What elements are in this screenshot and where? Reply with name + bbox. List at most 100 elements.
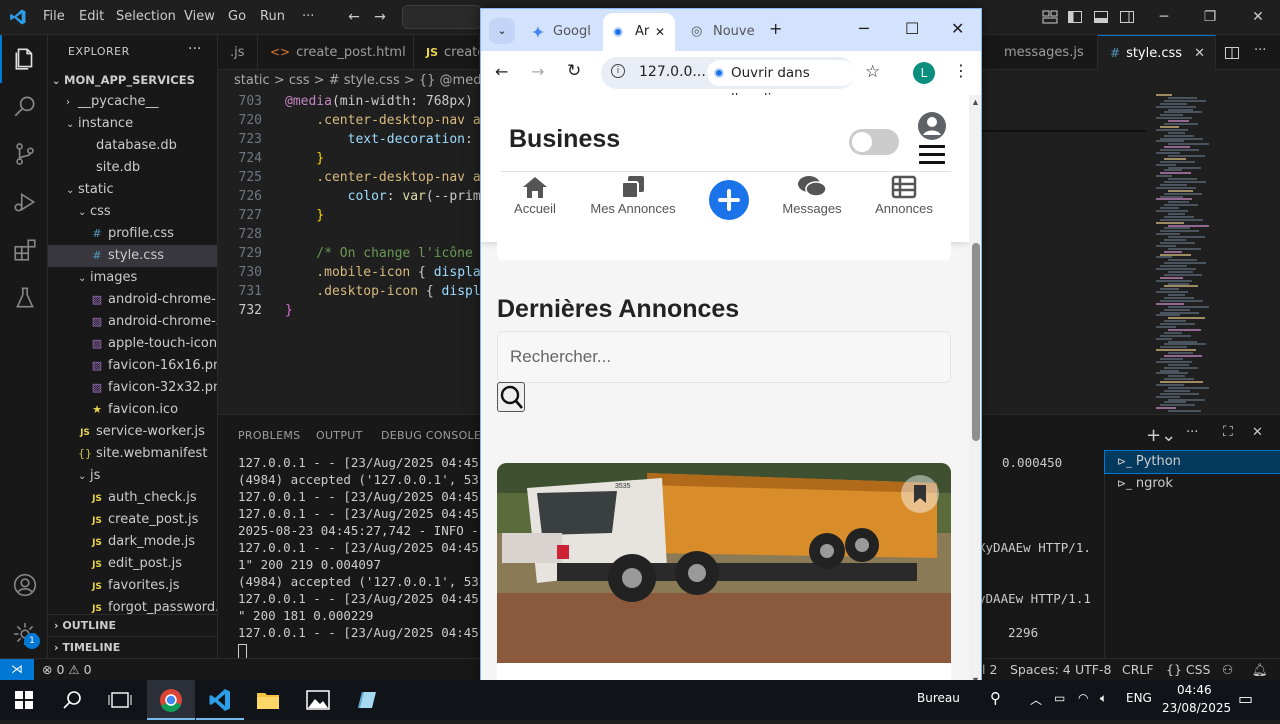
split-editor-icon[interactable] [1224, 45, 1240, 61]
tab-create-post-html[interactable]: <> create_post.html [258, 35, 414, 70]
tab-create-js[interactable]: JS create [414, 35, 480, 70]
remote-indicator-icon[interactable]: ⋊ [0, 659, 34, 681]
search-icon[interactable] [12, 93, 38, 119]
menu-selection[interactable]: Selection [116, 9, 176, 24]
site-info-icon[interactable]: i [611, 64, 625, 78]
minimize-icon[interactable]: ─ [859, 19, 869, 38]
tab-search-icon[interactable]: ⌄ [489, 18, 515, 44]
editor-more-icon[interactable]: ··· [1254, 43, 1266, 58]
toggle-panel-icon[interactable] [1093, 9, 1109, 25]
folder-item[interactable]: ⌄ images [48, 267, 217, 289]
notifications-bell-icon[interactable]: 🔔︎ [1252, 662, 1268, 678]
file-item[interactable]: site.db [48, 157, 217, 179]
minimize-icon[interactable]: ─ [1156, 9, 1172, 25]
folder-item[interactable]: ⌄ js [48, 465, 217, 487]
extensions-icon[interactable] [12, 237, 38, 263]
file-item[interactable]: ▨ android-chrome-1... [48, 289, 217, 311]
search-input[interactable]: Rechercher... [497, 331, 951, 383]
nav-accueil[interactable]: Accueil [507, 175, 563, 216]
maximize-icon[interactable]: ☐ [905, 19, 919, 38]
task-view-button[interactable] [96, 680, 144, 720]
terminal-item-python[interactable]: ⊳_ Python [1104, 450, 1280, 474]
explorer-more-icon[interactable]: ··· [188, 41, 201, 57]
input-language[interactable]: ENG [1126, 691, 1152, 705]
problems-status[interactable]: ⊗ 0 ⚠ 0 [42, 662, 92, 677]
close-tab-icon[interactable]: ✕ [655, 13, 665, 51]
code-line[interactable]: 726 color: var(--prima [218, 187, 480, 206]
nav-annonces[interactable]: Annonces [871, 175, 937, 216]
code-editor[interactable]: 703 @media(min-width: 768px) 720 .center-d… [218, 92, 480, 414]
terminal-item-ngrok[interactable]: ⊳_ ngrok [1105, 473, 1280, 495]
show-hidden-icons[interactable]: ︿ [1030, 691, 1042, 708]
menu-more[interactable]: ··· [302, 9, 314, 24]
file-item[interactable]: ★ favicon.ico [48, 399, 217, 421]
scroll-thumb[interactable] [972, 243, 980, 441]
folder-item[interactable]: ⌄ css [48, 201, 217, 223]
code-line[interactable]: 728 [218, 225, 480, 244]
user-account-icon[interactable] [917, 111, 947, 141]
run-debug-icon[interactable] [12, 189, 38, 215]
close-tab-icon[interactable]: ✕ [1194, 36, 1205, 70]
eol-status[interactable]: CRLF [1122, 662, 1154, 677]
maximize-panel-icon[interactable]: ⛶ [1223, 424, 1233, 440]
taskbar-photos[interactable] [294, 680, 342, 720]
search-button[interactable] [497, 382, 525, 412]
file-item[interactable]: ▨ apple-touch-icon.... [48, 333, 217, 355]
accounts-icon[interactable] [12, 572, 38, 598]
tab-new[interactable]: ◎ Nouve [687, 13, 757, 51]
taskbar-file-explorer[interactable] [244, 680, 292, 720]
code-line[interactable]: 727 } [218, 206, 480, 225]
back-icon[interactable]: ← [495, 62, 508, 81]
tab-messages-js[interactable]: messages.js [982, 35, 1098, 70]
toggle-secondary-sidebar-icon[interactable] [1119, 9, 1135, 25]
new-terminal-icon[interactable]: +⌄ [1146, 425, 1176, 446]
code-line[interactable]: 731 .desktop-icon { displ [218, 282, 480, 301]
action-center-icon[interactable]: ▭ [1238, 689, 1253, 708]
file-item[interactable]: JS favorites.js [48, 575, 217, 597]
source-control-icon[interactable] [12, 141, 38, 167]
create-post-button[interactable] [709, 180, 749, 220]
file-item[interactable]: JS edit_post.js [48, 553, 217, 575]
code-line[interactable]: 725 .center-desktop-nav a [218, 168, 480, 187]
command-center[interactable] [402, 5, 482, 29]
file-item[interactable]: JS auth_check.js [48, 487, 217, 509]
file-item[interactable]: # style.css [48, 245, 217, 267]
close-window-icon[interactable]: ✕ [951, 19, 964, 38]
panel-tab-debug-console[interactable]: DEBUG CONSOLE [381, 429, 481, 442]
volume-icon[interactable]: 🔈︎ [1100, 691, 1107, 706]
code-line[interactable]: 730 .mobile-icon { displa [218, 263, 480, 282]
url-text[interactable]: 127.0.0.... [639, 64, 710, 80]
timeline-section[interactable]: › TIMELINE [48, 636, 217, 658]
indentation-status[interactable]: Spaces: 4 [1010, 662, 1071, 677]
reload-icon[interactable]: ↻ [567, 61, 581, 81]
menu-file[interactable]: File [43, 9, 65, 24]
profile-avatar[interactable]: L [913, 62, 935, 84]
panel-tab-output[interactable]: OUTPUT [316, 429, 363, 442]
encoding-status[interactable]: UTF-8 [1075, 662, 1111, 677]
taskbar-chrome[interactable] [147, 680, 195, 720]
network-icon[interactable]: ◠ [1078, 691, 1088, 705]
scroll-up-icon[interactable]: ▲ [971, 97, 980, 107]
file-item[interactable]: {} site.webmanifest [48, 443, 217, 465]
favorite-button[interactable] [901, 475, 939, 513]
file-item[interactable]: # profile.css [48, 223, 217, 245]
desktop-toolbar[interactable]: Bureau [917, 691, 960, 705]
restore-icon[interactable]: ❐ [1202, 9, 1218, 25]
code-line[interactable]: 732} [218, 301, 480, 320]
panel-more-icon[interactable]: ··· [1186, 425, 1198, 440]
panel-tab-problems[interactable]: PROBLEMS [238, 429, 300, 442]
dark-mode-toggle[interactable] [849, 129, 899, 155]
file-item[interactable]: JS create_post.js [48, 509, 217, 531]
taskbar-search[interactable] [48, 680, 96, 720]
tab-active-site[interactable]: Ar ✕ [603, 13, 675, 51]
code-line[interactable]: 729 /* On change l'icône [218, 244, 480, 263]
clock-date[interactable]: 23/08/2025 [1162, 701, 1231, 715]
outline-section[interactable]: › OUTLINE [48, 614, 217, 636]
page-scrollbar[interactable]: ▲ ▼ [969, 95, 981, 687]
menu-go[interactable]: Go [228, 9, 246, 24]
code-line[interactable]: 720 .center-desktop-nav a [218, 111, 480, 130]
explorer-icon[interactable] [12, 46, 38, 72]
language-status[interactable]: {} CSS [1166, 662, 1211, 677]
battery-icon[interactable]: ▭ [1054, 691, 1065, 705]
testing-icon[interactable] [12, 285, 38, 311]
